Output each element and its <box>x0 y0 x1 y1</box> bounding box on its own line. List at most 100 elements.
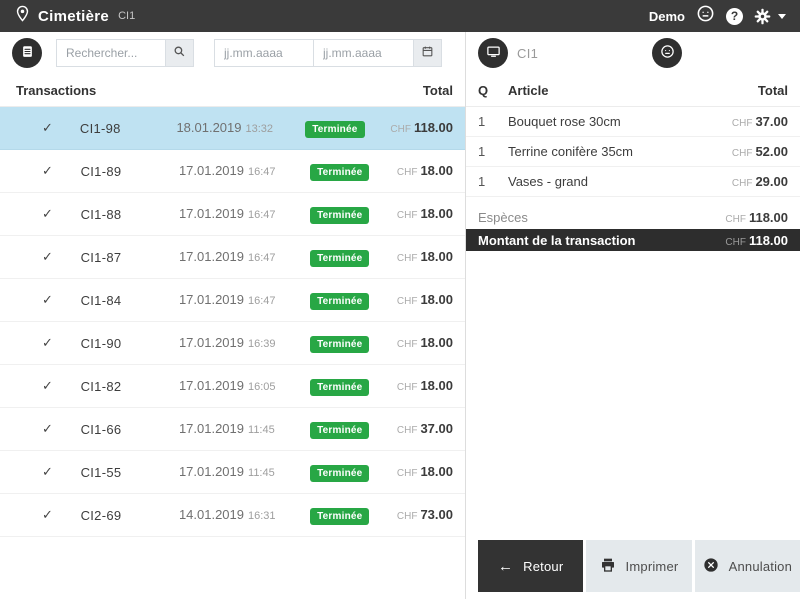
print-button[interactable]: Imprimer <box>586 540 691 592</box>
calendar-icon <box>421 45 434 61</box>
list-icon <box>20 44 35 62</box>
transaction-date: 17.01.2019 <box>179 249 244 264</box>
transactions-title: Transactions <box>16 83 96 98</box>
transaction-amount: 18.00 <box>420 464 453 479</box>
transaction-id: CI1-87 <box>81 250 179 265</box>
status-badge: Terminée <box>310 465 369 482</box>
status-badge: Terminée <box>310 508 369 525</box>
transaction-id: CI1-84 <box>81 293 179 308</box>
check-icon: ✓ <box>42 120 80 136</box>
currency-label: CHF <box>732 148 753 159</box>
register-button[interactable] <box>478 38 508 68</box>
status-badge: Terminée <box>310 379 369 396</box>
transaction-total-label: Montant de la transaction <box>478 233 725 248</box>
total-column-label: Total <box>758 83 788 98</box>
table-row[interactable]: ✓ CI1-84 17.01.201916:47 Terminée CHF18.… <box>0 279 465 322</box>
calendar-button[interactable] <box>414 39 442 67</box>
help-icon[interactable]: ? <box>726 8 743 25</box>
app-logo[interactable]: Cimetière CI1 <box>14 5 135 27</box>
transaction-id: CI1-82 <box>81 379 179 394</box>
transaction-time: 16:47 <box>248 166 276 178</box>
chevron-down-icon[interactable] <box>778 14 786 19</box>
article-qty: 1 <box>478 114 508 129</box>
transaction-total-amount: 118.00 <box>749 233 788 248</box>
currency-label: CHF <box>397 253 418 264</box>
cashier-button[interactable] <box>652 38 682 68</box>
status-badge: Terminée <box>310 336 369 353</box>
currency-label: CHF <box>390 124 411 135</box>
check-icon: ✓ <box>42 507 81 523</box>
article-qty: 1 <box>478 174 508 189</box>
check-icon: ✓ <box>42 335 81 351</box>
table-row[interactable]: ✓ CI1-55 17.01.201911:45 Terminée CHF18.… <box>0 451 465 494</box>
article-qty: 1 <box>478 144 508 159</box>
transaction-amount: 18.00 <box>420 335 453 350</box>
transaction-date: 17.01.2019 <box>179 335 244 350</box>
transactions-panel: Transactions Total ✓ CI1-98 18.01.201913… <box>0 32 466 599</box>
search-button[interactable] <box>166 39 194 67</box>
currency-label: CHF <box>397 167 418 178</box>
transaction-id: CI1-98 <box>80 121 177 136</box>
transaction-total-bar: Montant de la transaction CHF118.00 <box>466 229 800 251</box>
app-subtitle: CI1 <box>118 10 135 22</box>
topbar: Cimetière CI1 Demo ? <box>0 0 800 32</box>
currency-label: CHF <box>397 382 418 393</box>
article-name: Terrine conifère 35cm <box>508 144 732 159</box>
currency-label: CHF <box>397 425 418 436</box>
date-to-input[interactable] <box>314 39 414 67</box>
table-row[interactable]: ✓ CI1-82 17.01.201916:05 Terminée CHF18.… <box>0 365 465 408</box>
transaction-time: 16:39 <box>248 338 276 350</box>
filter-toolbar <box>0 32 465 74</box>
action-bar: ← Retour Imprimer Annulation <box>466 540 800 599</box>
payment-method-label: Espèces <box>478 210 725 225</box>
search-input[interactable] <box>56 39 166 67</box>
table-row[interactable]: ✓ CI1-89 17.01.201916:47 Terminée CHF18.… <box>0 150 465 193</box>
status-badge: Terminée <box>310 422 369 439</box>
back-button[interactable]: ← Retour <box>478 540 583 592</box>
transaction-amount: 18.00 <box>420 378 453 393</box>
cancel-button[interactable]: Annulation <box>695 540 800 592</box>
currency-label: CHF <box>397 339 418 350</box>
transaction-time: 11:45 <box>248 424 275 436</box>
status-badge: Terminée <box>310 293 369 310</box>
transaction-date: 17.01.2019 <box>179 163 244 178</box>
status-badge: Terminée <box>310 207 369 224</box>
smiley-icon <box>660 44 675 62</box>
app-title: Cimetière <box>38 8 109 25</box>
table-row[interactable]: ✓ CI2-69 14.01.201916:31 Terminée CHF73.… <box>0 494 465 537</box>
check-icon: ✓ <box>42 421 81 437</box>
cancel-button-label: Annulation <box>729 559 792 574</box>
check-icon: ✓ <box>42 163 81 179</box>
transaction-time: 16:31 <box>248 510 276 522</box>
article-row: 1 Vases - grand CHF29.00 <box>466 167 800 197</box>
transaction-date: 17.01.2019 <box>179 292 244 307</box>
transaction-amount: 18.00 <box>420 206 453 221</box>
settings-gear-icon[interactable] <box>754 8 771 25</box>
total-column-label: Total <box>423 83 453 98</box>
date-from-input[interactable] <box>214 39 314 67</box>
printer-icon <box>600 557 616 576</box>
table-row[interactable]: ✓ CI1-88 17.01.201916:47 Terminée CHF18.… <box>0 193 465 236</box>
currency-label: CHF <box>397 511 418 522</box>
currency-label: CHF <box>397 296 418 307</box>
qty-column-label: Q <box>478 83 508 98</box>
transaction-date: 17.01.2019 <box>179 464 244 479</box>
status-badge: Terminée <box>310 250 369 267</box>
article-amount: 37.00 <box>755 114 788 129</box>
table-row[interactable]: ✓ CI1-66 17.01.201911:45 Terminée CHF37.… <box>0 408 465 451</box>
transaction-detail-panel: CI1 Q Article Total 1 Bouquet rose 30cm … <box>466 32 800 599</box>
user-avatar-icon[interactable] <box>696 4 715 28</box>
transaction-time: 11:45 <box>248 467 275 479</box>
table-row[interactable]: ✓ CI1-98 18.01.201913:32 Terminée CHF118… <box>0 107 465 150</box>
article-amount: 29.00 <box>755 174 788 189</box>
transaction-date: 14.01.2019 <box>179 507 244 522</box>
article-name: Vases - grand <box>508 174 732 189</box>
table-row[interactable]: ✓ CI1-90 17.01.201916:39 Terminée CHF18.… <box>0 322 465 365</box>
monitor-icon <box>486 44 501 62</box>
table-row[interactable]: ✓ CI1-87 17.01.201916:47 Terminée CHF18.… <box>0 236 465 279</box>
transaction-amount: 18.00 <box>420 292 453 307</box>
cancel-x-icon <box>703 557 719 576</box>
check-icon: ✓ <box>42 292 81 308</box>
menu-button[interactable] <box>12 38 42 68</box>
transaction-date: 17.01.2019 <box>179 378 244 393</box>
